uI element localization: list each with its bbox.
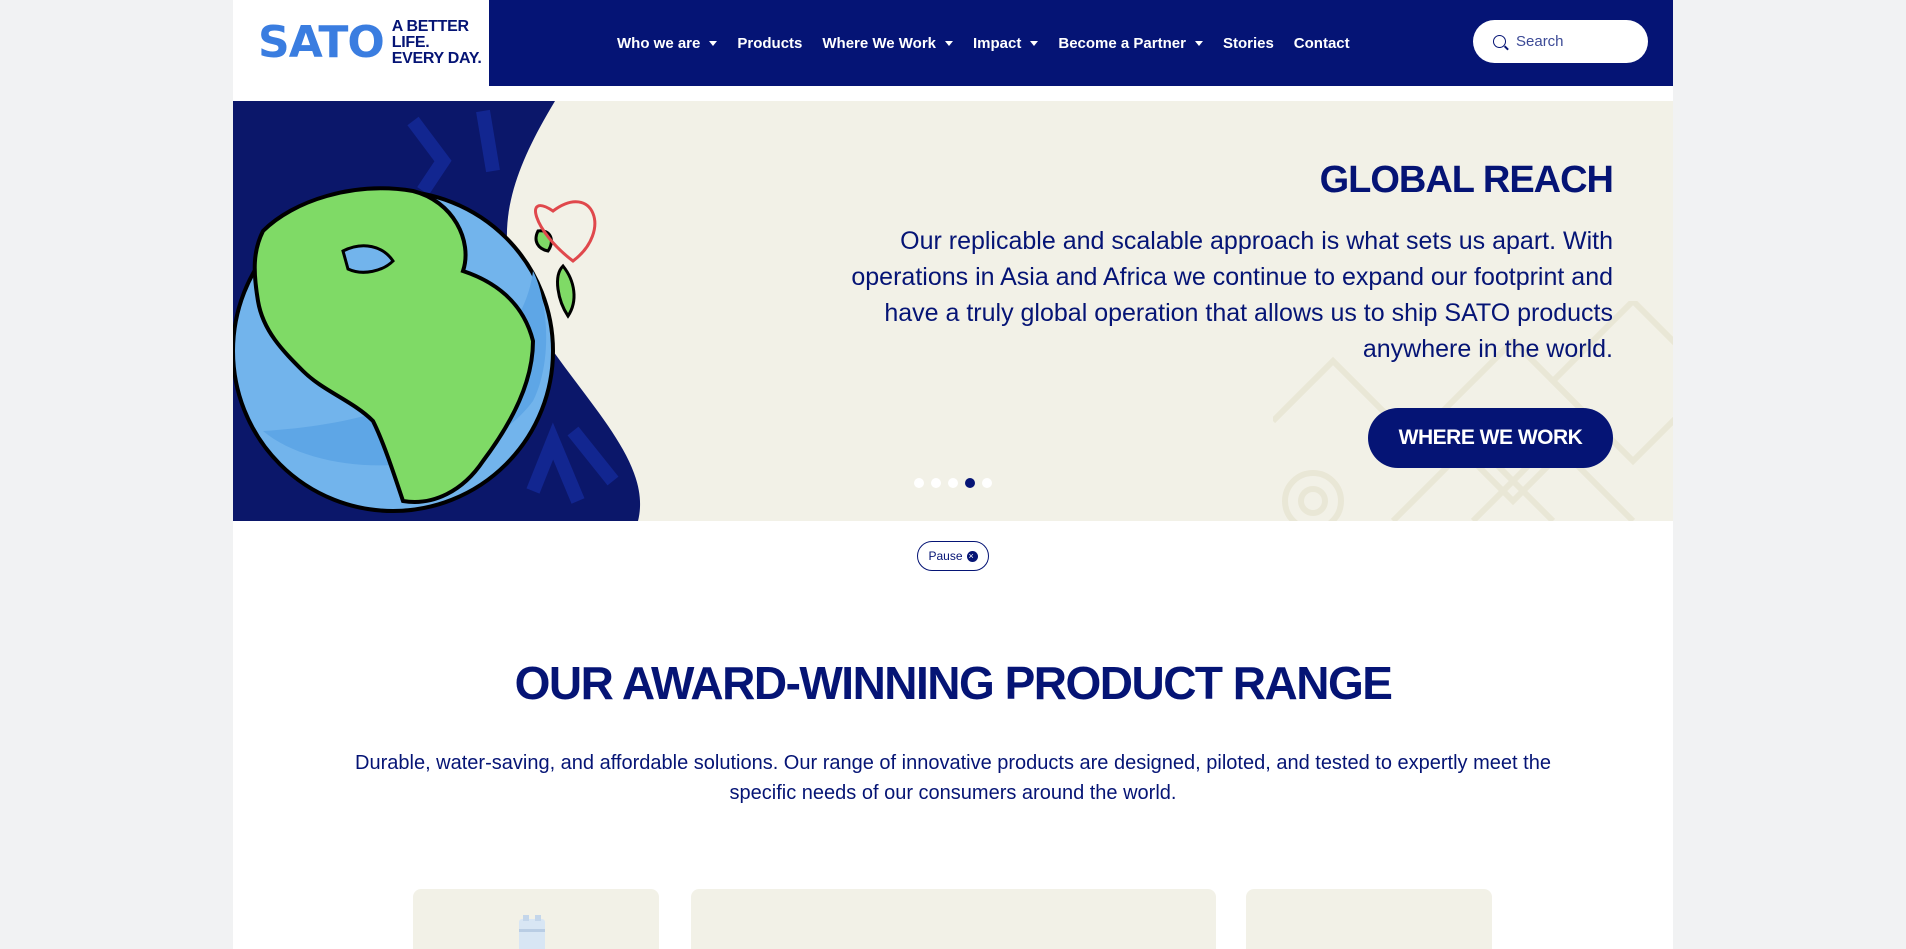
nav-label: Contact	[1293, 34, 1350, 52]
section-title: OUR AWARD-WINNING PRODUCT RANGE	[514, 657, 1393, 709]
carousel-dot-2[interactable]	[931, 478, 941, 488]
caret-down-icon	[1194, 40, 1203, 46]
nav-item-where-we-work[interactable]: Where We Work	[822, 34, 954, 52]
logo-link[interactable]: SATO A BETTER LIFE. EVERY DAY.	[233, 0, 489, 86]
section-description: Durable, water-saving, and affordable so…	[355, 752, 1551, 804]
carousel-dot-3[interactable]	[948, 478, 958, 488]
globe-illustration	[233, 101, 641, 521]
nav-label: Products	[737, 34, 803, 52]
pause-close-icon	[966, 550, 978, 562]
hero-title: GLOBAL REACH	[1319, 159, 1614, 201]
pause-label: Pause	[928, 549, 963, 563]
caret-down-icon	[945, 40, 954, 46]
product-card[interactable]	[413, 889, 659, 949]
logo-text: SATO	[258, 17, 385, 68]
nav-label: Impact	[973, 34, 1022, 52]
carousel-dots	[914, 478, 992, 488]
nav-item-products[interactable]: Products	[737, 35, 802, 52]
where-we-work-button[interactable]: WHERE WE WORK	[1368, 408, 1613, 468]
site-header: SATO A BETTER LIFE. EVERY DAY. Who we ar…	[233, 0, 1673, 86]
carousel-dot-5[interactable]	[982, 478, 992, 488]
search-input[interactable]	[1516, 33, 1636, 50]
nav-label: Stories	[1222, 34, 1274, 52]
product-image	[519, 915, 545, 949]
page: SATO A BETTER LIFE. EVERY DAY. Who we ar…	[233, 0, 1673, 949]
product-card[interactable]	[1246, 889, 1492, 949]
tagline-line-2: EVERY DAY.	[391, 50, 482, 67]
carousel-dot-1[interactable]	[914, 478, 924, 488]
caret-down-icon	[709, 40, 718, 46]
hero-description: Our replicable and scalable approach is …	[851, 227, 1613, 363]
search-box	[1473, 20, 1648, 63]
caret-down-icon	[1030, 40, 1039, 46]
logo-tagline: A BETTER LIFE. EVERY DAY.	[392, 19, 489, 67]
nav-item-stories[interactable]: Stories	[1223, 35, 1274, 52]
nav-label: Become a Partner	[1058, 34, 1186, 52]
carousel-pause-button[interactable]: Pause	[917, 541, 989, 571]
tagline-line-1: A BETTER LIFE.	[391, 18, 469, 51]
search-icon[interactable]	[1493, 35, 1506, 48]
nav-item-contact[interactable]: Contact	[1294, 35, 1350, 52]
main-nav: Who we are Products Where We Work Impact…	[617, 0, 1350, 86]
product-card[interactable]	[691, 889, 1216, 949]
nav-label: Where We Work	[822, 34, 937, 52]
nav-item-become-a-partner[interactable]: Become a Partner	[1058, 35, 1203, 52]
logo-mark: SATO	[258, 21, 385, 65]
nav-item-who-we-are[interactable]: Who we are	[617, 34, 718, 52]
carousel-dot-4[interactable]	[965, 478, 975, 488]
hero-carousel-slide: GLOBAL REACH Our replicable and scalable…	[233, 101, 1673, 521]
nav-item-impact[interactable]: Impact	[973, 34, 1039, 52]
nav-label: Who we are	[617, 34, 701, 52]
